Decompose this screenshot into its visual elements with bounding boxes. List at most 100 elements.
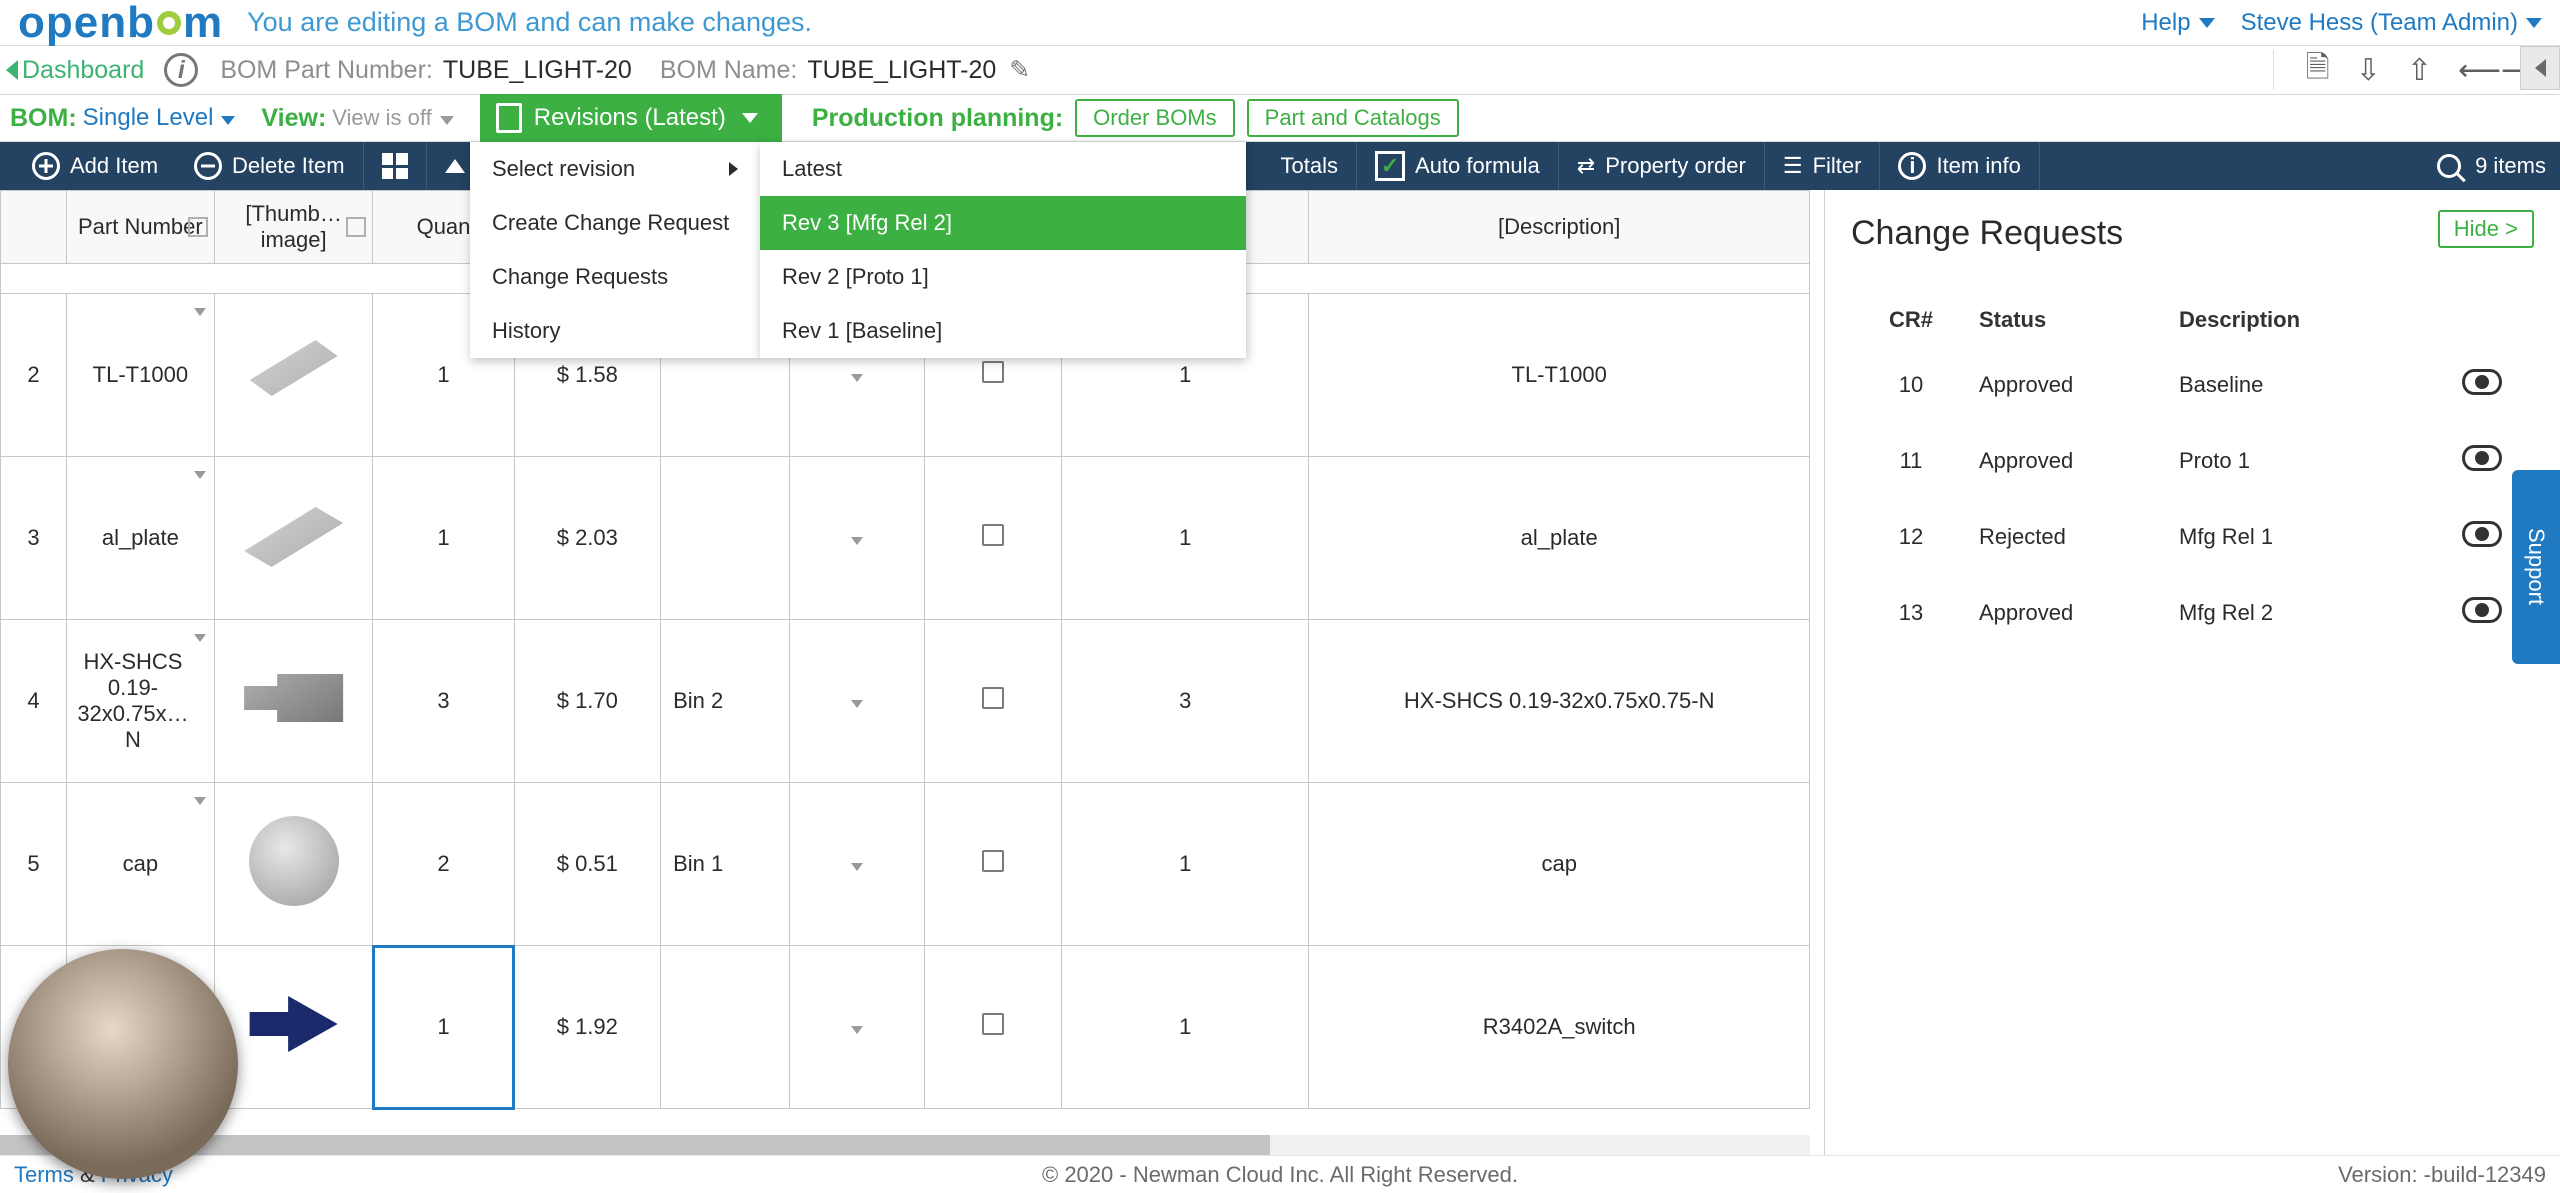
col-part-number[interactable]: Part Number <box>66 191 214 264</box>
support-tab[interactable]: Support <box>2512 470 2560 664</box>
upload-icon[interactable]: ⇧ <box>2407 53 2432 88</box>
cell-6[interactable] <box>789 457 925 620</box>
cell-qty2[interactable]: 1 <box>1062 783 1309 946</box>
cell-bin[interactable]: Bin 1 <box>661 783 790 946</box>
checkbox[interactable] <box>982 687 1004 709</box>
user-menu[interactable]: Steve Hess (Team Admin) <box>2241 9 2542 37</box>
cell-cost[interactable]: $ 1.92 <box>514 946 661 1109</box>
checkbox[interactable] <box>982 361 1004 383</box>
cr-row[interactable]: 12RejectedMfg Rel 1 <box>1851 499 2534 575</box>
chevron-down-icon[interactable] <box>194 634 206 642</box>
chevron-down-icon[interactable] <box>194 308 206 316</box>
chevron-down-icon[interactable] <box>851 863 863 871</box>
col-description[interactable]: [Description] <box>1309 191 1810 264</box>
chevron-down-icon[interactable] <box>194 797 206 805</box>
view-dropdown[interactable]: View is off <box>332 105 453 131</box>
cell-part-number[interactable]: cap <box>66 783 214 946</box>
expand-panel-button[interactable] <box>2520 46 2560 90</box>
chevron-down-icon[interactable] <box>194 471 206 479</box>
cell-description[interactable]: cap <box>1309 783 1810 946</box>
revisions-menu[interactable]: Select revision Create Change Request Ch… <box>470 142 760 358</box>
chevron-down-icon[interactable] <box>851 374 863 382</box>
cell-qty[interactable]: 2 <box>373 783 514 946</box>
table-row[interactable]: 5 cap 2 $ 0.51 Bin 1 1 cap <box>1 783 1810 946</box>
cell-qty[interactable]: 1 <box>373 457 514 620</box>
delete-item-button[interactable]: Delete Item <box>176 142 364 190</box>
cell-part-number[interactable]: HX-SHCS 0.19-32x0.75x…N <box>66 620 214 783</box>
cell-cost[interactable]: $ 1.70 <box>514 620 661 783</box>
terms-link[interactable]: Terms <box>14 1162 74 1187</box>
cell-bin[interactable] <box>661 457 790 620</box>
order-boms-button[interactable]: Order BOMs <box>1075 99 1234 137</box>
cell-6[interactable] <box>789 783 925 946</box>
cell-qty[interactable]: 3 <box>373 620 514 783</box>
cell-check[interactable] <box>925 457 1062 620</box>
layout-button[interactable] <box>364 142 427 190</box>
col-thumbnail[interactable]: [Thumb… image] <box>214 191 373 264</box>
cell-check[interactable] <box>925 783 1062 946</box>
eye-icon[interactable] <box>2462 521 2502 547</box>
eye-icon[interactable] <box>2462 445 2502 471</box>
cell-6[interactable] <box>789 946 925 1109</box>
cell-cost[interactable]: $ 0.51 <box>514 783 661 946</box>
item-info-button[interactable]: iItem info <box>1880 142 2039 190</box>
rev-option-rev1[interactable]: Rev 1 [Baseline] <box>760 304 1246 358</box>
info-icon[interactable]: i <box>164 53 198 87</box>
app-logo[interactable]: openbm <box>18 0 223 48</box>
column-edit-icon[interactable] <box>346 217 366 237</box>
cell-qty[interactable]: 1 <box>373 946 514 1109</box>
pencil-icon[interactable]: ✎ <box>1002 56 1030 84</box>
table-row[interactable]: 4 HX-SHCS 0.19-32x0.75x…N 3 $ 1.70 Bin 2… <box>1 620 1810 783</box>
cell-check[interactable] <box>925 620 1062 783</box>
cr-row[interactable]: 13ApprovedMfg Rel 2 <box>1851 575 2534 651</box>
cell-qty2[interactable]: 3 <box>1062 620 1309 783</box>
totals-toggle[interactable]: Totals <box>1263 142 1357 190</box>
menu-history[interactable]: History <box>470 304 760 358</box>
cell-qty2[interactable]: 1 <box>1062 946 1309 1109</box>
checkbox[interactable] <box>982 1013 1004 1035</box>
cell-description[interactable]: HX-SHCS 0.19-32x0.75x0.75-N <box>1309 620 1810 783</box>
filter-button[interactable]: ☰Filter <box>1765 142 1881 190</box>
menu-select-revision[interactable]: Select revision <box>470 142 760 196</box>
revisions-dropdown-button[interactable]: Revisions (Latest) <box>480 94 782 142</box>
cell-description[interactable]: TL-T1000 <box>1309 294 1810 457</box>
cr-row[interactable]: 10ApprovedBaseline <box>1851 347 2534 423</box>
table-row[interactable]: 3 al_plate 1 $ 2.03 1 al_plate <box>1 457 1810 620</box>
download-icon[interactable]: ⇩ <box>2356 53 2381 88</box>
eye-icon[interactable] <box>2462 597 2502 623</box>
dashboard-back-link[interactable]: Dashboard <box>6 56 144 85</box>
rev-option-rev2[interactable]: Rev 2 [Proto 1] <box>760 250 1246 304</box>
cell-description[interactable]: al_plate <box>1309 457 1810 620</box>
chevron-down-icon[interactable] <box>851 1026 863 1034</box>
rev-option-rev3[interactable]: Rev 3 [Mfg Rel 2] <box>760 196 1246 250</box>
rev-option-latest[interactable]: Latest <box>760 142 1246 196</box>
cell-qty2[interactable]: 1 <box>1062 457 1309 620</box>
column-edit-icon[interactable] <box>188 217 208 237</box>
cell-cost[interactable]: $ 2.03 <box>514 457 661 620</box>
cell-6[interactable] <box>789 620 925 783</box>
cr-row[interactable]: 11ApprovedProto 1 <box>1851 423 2534 499</box>
search-icon[interactable] <box>2437 154 2461 178</box>
revision-list-submenu[interactable]: Latest Rev 3 [Mfg Rel 2] Rev 2 [Proto 1]… <box>760 142 1246 358</box>
add-item-button[interactable]: Add Item <box>14 142 176 190</box>
cell-bin[interactable]: Bin 2 <box>661 620 790 783</box>
document-icon[interactable]: 🗎 <box>2306 45 2330 96</box>
hide-panel-button[interactable]: Hide > <box>2438 210 2534 248</box>
table-row[interactable]: 1 $ 1.92 1 R3402A_switch <box>1 946 1810 1109</box>
chevron-down-icon[interactable] <box>851 537 863 545</box>
cell-bin[interactable] <box>661 946 790 1109</box>
part-catalogs-button[interactable]: Part and Catalogs <box>1247 99 1459 137</box>
cell-check[interactable] <box>925 946 1062 1109</box>
auto-formula-toggle[interactable]: ✓Auto formula <box>1357 142 1559 190</box>
chevron-down-icon[interactable] <box>851 700 863 708</box>
horizontal-scrollbar[interactable] <box>0 1135 1810 1155</box>
cell-part-number[interactable]: al_plate <box>66 457 214 620</box>
bom-type-dropdown[interactable]: Single Level <box>83 104 236 132</box>
checkbox[interactable] <box>982 850 1004 872</box>
property-order-button[interactable]: ⇄Property order <box>1559 142 1765 190</box>
checkbox[interactable] <box>982 524 1004 546</box>
cell-part-number[interactable]: TL-T1000 <box>66 294 214 457</box>
help-link[interactable]: Help <box>2141 9 2214 37</box>
cell-description[interactable]: R3402A_switch <box>1309 946 1810 1109</box>
menu-change-requests[interactable]: Change Requests <box>470 250 760 304</box>
